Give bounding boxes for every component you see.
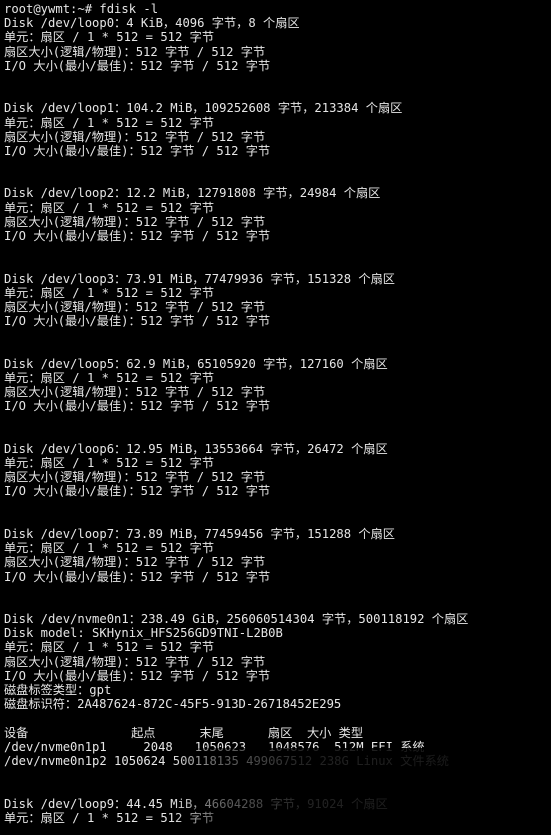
terminal-output-line xyxy=(4,257,551,271)
terminal-output-line: 扇区大小(逻辑/物理)：512 字节 / 512 字节 xyxy=(4,385,266,400)
terminal-output-line: 单元：扇区 / 1 * 512 = 512 字节 xyxy=(4,456,215,470)
terminal-output-line xyxy=(4,711,551,725)
terminal-output-line xyxy=(4,413,551,427)
terminal-output-line xyxy=(4,428,551,442)
terminal-output-line xyxy=(4,584,551,598)
terminal-output-line: 单元：扇区 / 1 * 512 = 512 字节 xyxy=(4,200,215,215)
terminal-output-line: 单元：扇区 / 1 * 512 = 512 字节 xyxy=(4,370,215,385)
terminal-output-line: I/O 大小(最小/最佳)：512 字节 / 512 字节 xyxy=(4,314,271,329)
terminal-output-line: 单元：扇区 / 1 * 512 = 512 字节 xyxy=(4,30,215,45)
terminal-output-line: I/O 大小(最小/最佳)：512 字节 / 512 字节 xyxy=(4,668,271,683)
terminal-output-line: 单元：扇区 / 1 * 512 = 512 字节 xyxy=(4,810,215,825)
terminal-output-line: 磁盘标识符：2A487624-872C-45F5-913D-26718452E2… xyxy=(4,697,342,712)
terminal-output-line xyxy=(4,499,551,513)
terminal-output-line: 单元：扇区 / 1 * 512 = 512 字节 xyxy=(4,115,215,130)
terminal-output-line xyxy=(4,782,551,796)
terminal-output-line: I/O 大小(最小/最佳)：512 字节 / 512 字节 xyxy=(4,569,271,584)
terminal-output-line: Disk /dev/loop3：73.91 MiB，77479936 字节，15… xyxy=(4,271,395,286)
terminal-output-line xyxy=(4,158,551,172)
terminal-output-line: 扇区大小(逻辑/物理)：512 字节 / 512 字节 xyxy=(4,44,266,59)
terminal-output-line: Disk /dev/loop6：12.95 MiB，13553664 字节，26… xyxy=(4,441,388,456)
terminal-output-line xyxy=(4,513,551,527)
terminal-output-line: I/O 大小(最小/最佳)：512 字节 / 512 字节 xyxy=(4,484,271,499)
terminal-output-line: Disk model: SKHynix_HFS256GD9TNI-L2B0B xyxy=(4,626,283,641)
terminal-output-line xyxy=(4,87,551,101)
terminal-output-line xyxy=(4,73,551,87)
terminal-output-line: I/O 大小(最小/最佳)：512 字节 / 512 字节 xyxy=(4,399,271,414)
terminal-output-line: I/O 大小(最小/最佳)：512 字节 / 512 字节 xyxy=(4,229,271,243)
terminal-output-line: Disk /dev/loop2：12.2 MiB，12791808 字节，249… xyxy=(4,186,381,201)
terminal-output-line xyxy=(4,343,551,357)
terminal-output-line: 扇区大小(逻辑/物理)：512 字节 / 512 字节 xyxy=(4,654,266,669)
terminal-output-line: Disk /dev/loop1：104.2 MiB，109252608 字节，2… xyxy=(4,101,403,116)
terminal-output-line: 单元：扇区 / 1 * 512 = 512 字节 xyxy=(4,285,215,300)
terminal-output-line xyxy=(4,243,551,257)
terminal-output-line: /dev/nvme0n1p2 1050624 500118135 4990675… xyxy=(4,753,449,768)
terminal-output-line xyxy=(4,328,551,342)
terminal-window[interactable]: root@ywmt:~# fdisk -l Disk /dev/loop0：4 K… xyxy=(0,0,551,835)
terminal-output-line: 扇区大小(逻辑/物理)：512 字节 / 512 字节 xyxy=(4,129,266,144)
terminal-output-line: 设备 起点 末尾 扇区 大小 类型 xyxy=(4,725,364,740)
terminal-output-line: I/O 大小(最小/最佳)：512 字节 / 512 字节 xyxy=(4,143,271,158)
terminal-output-line: I/O 大小(最小/最佳)：512 字节 / 512 字节 xyxy=(4,58,271,73)
terminal-output-line: 磁盘标签类型：gpt xyxy=(4,683,112,697)
terminal-output-line: Disk /dev/loop9：44.45 MiB，46604288 字节，91… xyxy=(4,796,388,811)
terminal-output-line: /dev/nvme0n1p1 2048 1050623 1048576 512M… xyxy=(4,739,425,754)
terminal-output-line: 单元：扇区 / 1 * 512 = 512 字节 xyxy=(4,541,215,556)
terminal-output-line xyxy=(4,768,551,782)
command-prompt-line: root@ywmt:~# fdisk -l xyxy=(4,2,159,16)
terminal-output-line: 扇区大小(逻辑/物理)：512 字节 / 512 字节 xyxy=(4,470,266,485)
terminal-output-line: Disk /dev/nvme0n1：238.49 GiB，25606051430… xyxy=(4,612,469,627)
terminal-output-line: Disk /dev/loop0：4 KiB，4096 字节，8 个扇区 xyxy=(4,16,300,31)
terminal-output-line: Disk /dev/loop7：73.89 MiB，77459456 字节，15… xyxy=(4,526,395,541)
terminal-output-line: 扇区大小(逻辑/物理)：512 字节 / 512 字节 xyxy=(4,299,266,314)
terminal-output-line xyxy=(4,598,551,612)
terminal-output-line: 扇区大小(逻辑/物理)：512 字节 / 512 字节 xyxy=(4,555,266,570)
terminal-output-line xyxy=(4,172,551,186)
terminal-output-line: 单元：扇区 / 1 * 512 = 512 字节 xyxy=(4,640,215,655)
terminal-output-line: 扇区大小(逻辑/物理)：512 字节 / 512 字节 xyxy=(4,214,266,229)
terminal-output-line: Disk /dev/loop5：62.9 MiB，65105920 字节，127… xyxy=(4,356,388,371)
